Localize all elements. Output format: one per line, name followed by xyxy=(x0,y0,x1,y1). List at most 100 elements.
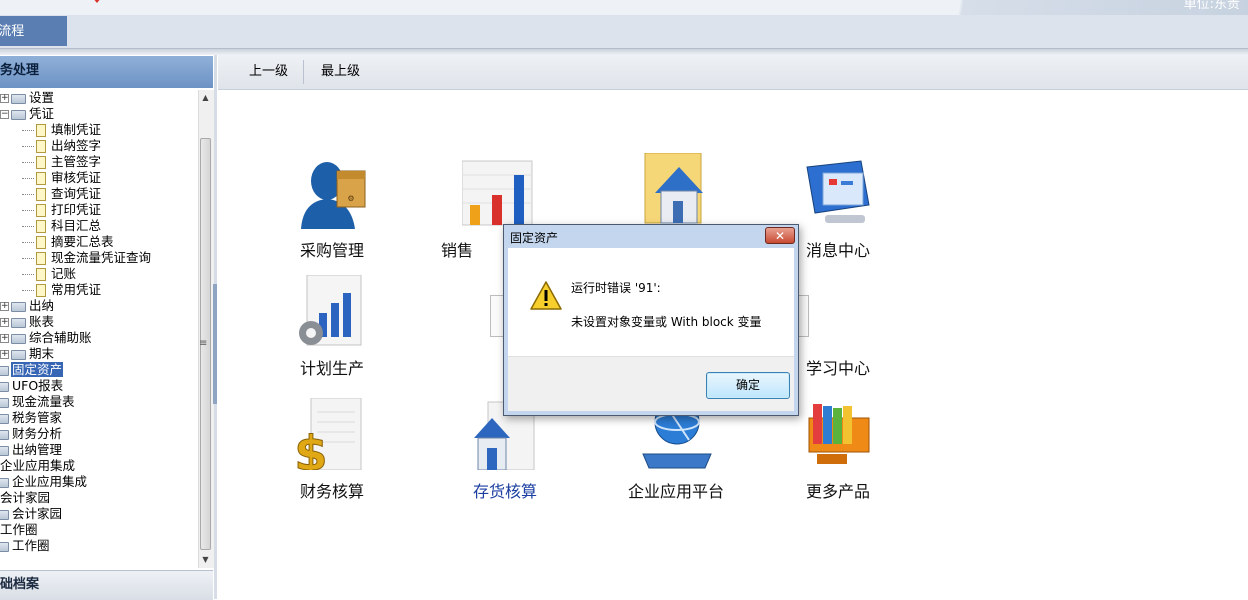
tree-node-label: 工作圈 xyxy=(12,538,50,553)
tree-node[interactable]: + 设置 xyxy=(0,90,55,106)
expander-icon[interactable]: + xyxy=(0,318,9,327)
svg-text:$: $ xyxy=(297,426,328,470)
folder-icon xyxy=(0,445,9,456)
tree-connector xyxy=(22,226,34,227)
folder-icon xyxy=(11,317,26,328)
expander-icon[interactable]: − xyxy=(0,110,9,119)
tree-node[interactable]: − 凭证 xyxy=(0,106,55,122)
tree-node[interactable]: + 期末 xyxy=(0,346,55,362)
document-icon xyxy=(36,156,46,169)
tree-node[interactable]: 现金流量表 xyxy=(0,394,76,410)
dialog-title: 固定资产 xyxy=(510,231,559,245)
tree-leaf-item[interactable]: 记账 xyxy=(0,266,77,282)
tree-node-label: 出纳签字 xyxy=(51,138,102,153)
sales-chart-icon xyxy=(462,160,533,226)
tree-leaf-item[interactable]: 常用凭证 xyxy=(0,282,102,298)
expander-icon[interactable]: + xyxy=(0,302,9,311)
tree-node[interactable]: 税务管家 xyxy=(0,410,63,426)
finance-dollar-icon: $ xyxy=(297,398,362,470)
tree-node-label: 固定资产 xyxy=(11,362,64,377)
module-more-label: 更多产品 xyxy=(805,482,870,501)
house-folder-icon xyxy=(644,153,703,224)
tree-node-label: 账表 xyxy=(29,314,55,329)
module-plan-label: 计划生产 xyxy=(299,359,364,378)
expander-icon[interactable]: + xyxy=(0,334,9,343)
purchase-person-icon: ⚙ xyxy=(301,162,366,229)
panel-header-business[interactable]: 务处理 xyxy=(0,56,213,88)
module-plan[interactable]: 计划生产 xyxy=(262,275,402,385)
tree-leaf-item[interactable]: 主管签字 xyxy=(0,154,102,170)
folder-icon xyxy=(11,109,26,120)
tree-leaf-item[interactable]: 现金流量凭证查询 xyxy=(0,250,152,266)
warning-icon xyxy=(530,281,562,310)
tree-node[interactable]: + 综合辅助账 xyxy=(0,330,93,346)
document-icon xyxy=(36,188,46,201)
tree-connector xyxy=(22,146,34,147)
document-icon xyxy=(36,204,46,217)
folder-icon xyxy=(11,301,26,312)
module-inventory-label: 存货核算 xyxy=(472,482,537,501)
folder-icon xyxy=(0,429,9,440)
tree-leaf-item[interactable]: 填制凭证 xyxy=(0,122,102,138)
document-icon xyxy=(36,252,46,265)
tree-connector xyxy=(22,130,34,131)
tree-node-label: 主管签字 xyxy=(51,154,102,169)
tree-leaf-item[interactable]: 出纳签字 xyxy=(0,138,102,154)
panel-footer-archive[interactable]: 础档案 xyxy=(0,570,213,600)
module-sales-label: 销售 xyxy=(440,241,473,260)
unit-label: 单位:东贵 xyxy=(1183,0,1240,12)
document-icon xyxy=(36,236,46,249)
module-finance[interactable]: $ 财务核算 xyxy=(262,398,402,508)
tree-node[interactable]: UFO报表 xyxy=(0,378,64,394)
tree-connector xyxy=(22,194,34,195)
tree-node[interactable]: 工作圈 xyxy=(0,538,51,554)
tree-node[interactable]: 固定资产 xyxy=(0,362,64,378)
tree-leaf-item[interactable]: 查询凭证 xyxy=(0,186,102,202)
tree-node[interactable]: 会计家园 xyxy=(0,506,63,522)
splitter-grip[interactable] xyxy=(213,284,217,404)
tree-node[interactable]: 工作圈 xyxy=(0,522,39,538)
tree-node-label: 会计家园 xyxy=(0,490,51,505)
error-message-text: 未设置对象变量或 With block 变量 xyxy=(571,315,762,329)
close-icon[interactable]: ✕ xyxy=(765,227,795,244)
expander-icon[interactable]: + xyxy=(0,350,9,359)
tree-node[interactable]: + 出纳 xyxy=(0,298,55,314)
tree-node-label: 凭证 xyxy=(29,106,55,121)
tree-node[interactable]: 财务分析 xyxy=(0,426,63,442)
folder-icon xyxy=(0,509,9,520)
folder-icon xyxy=(0,365,9,376)
tree-connector xyxy=(22,242,34,243)
folder-icon xyxy=(0,413,9,424)
tree-connector xyxy=(22,162,34,163)
tree-leaf-item[interactable]: 审核凭证 xyxy=(0,170,102,186)
tree-leaf-item[interactable]: 打印凭证 xyxy=(0,202,102,218)
tree-node[interactable]: 会计家园 xyxy=(0,490,51,506)
tree-node[interactable]: + 账表 xyxy=(0,314,55,330)
tree-node-label: 企业应用集成 xyxy=(0,458,76,473)
tree-node-label: 期末 xyxy=(29,346,55,361)
document-icon xyxy=(36,124,46,137)
tree-node-label: 出纳 xyxy=(29,298,55,313)
ok-button[interactable]: 确定 xyxy=(706,372,790,399)
folder-icon xyxy=(0,477,9,488)
scroll-down-button[interactable]: ▼ xyxy=(198,552,213,568)
tree-node[interactable]: 企业应用集成 xyxy=(0,474,88,490)
folder-icon xyxy=(11,333,26,344)
tree-node[interactable]: 出纳管理 xyxy=(0,442,63,458)
module-purchase[interactable]: ⚙ 采购管理 xyxy=(262,157,402,267)
tree-connector xyxy=(22,178,34,179)
tab-process[interactable]: E流程 xyxy=(0,16,67,46)
expander-icon[interactable]: + xyxy=(0,94,9,103)
tree-leaf-item[interactable]: 科目汇总 xyxy=(0,218,102,234)
module-platform-label: 企业应用平台 xyxy=(627,482,724,501)
document-icon xyxy=(36,140,46,153)
top-level-button[interactable]: 最上级 xyxy=(321,55,360,89)
document-icon xyxy=(36,268,46,281)
tree-node-label: 现金流量凭证查询 xyxy=(51,250,152,265)
tree-leaf-item[interactable]: 摘要汇总表 xyxy=(0,234,115,250)
up-level-button[interactable]: 上一级 xyxy=(249,55,288,89)
scroll-up-button[interactable]: ▲ xyxy=(198,90,213,106)
tree-node-label: 企业应用集成 xyxy=(12,474,88,489)
tree-node[interactable]: 企业应用集成 xyxy=(0,458,76,474)
tree-node-label: 记账 xyxy=(51,266,77,281)
